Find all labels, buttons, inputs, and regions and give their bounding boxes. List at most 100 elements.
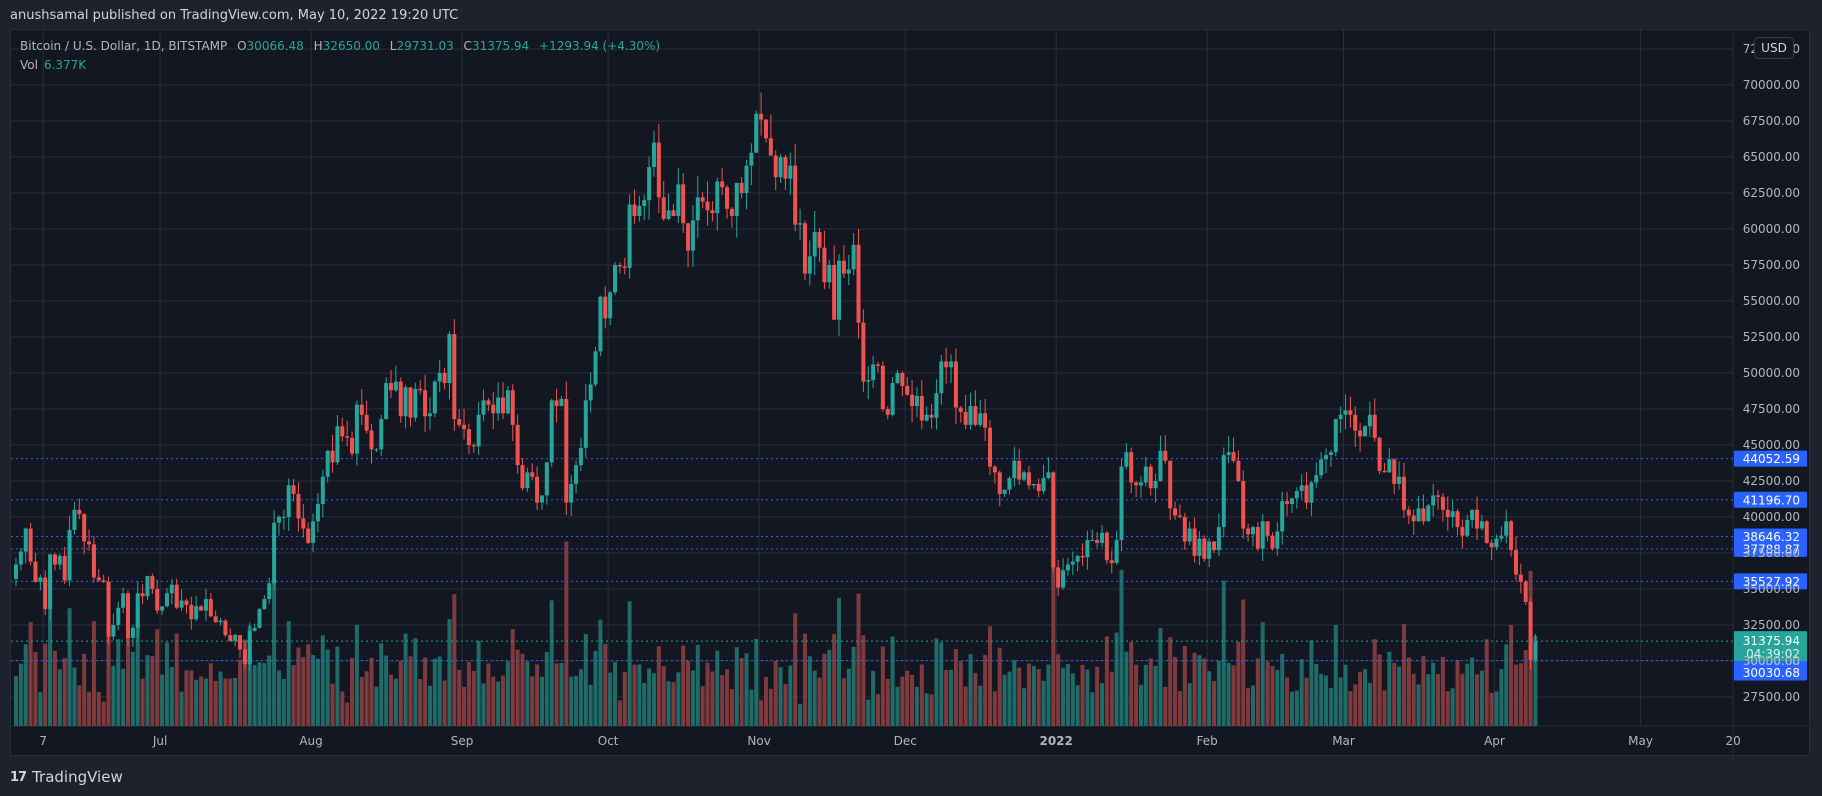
candle-body — [257, 609, 262, 628]
volume-bar — [1504, 644, 1509, 726]
candle-body — [408, 387, 413, 418]
candle-body — [1533, 641, 1538, 661]
candle-body — [466, 429, 471, 445]
volume-bar — [1070, 673, 1075, 726]
volume-bar — [1212, 681, 1217, 726]
volume-bar — [1061, 667, 1066, 726]
volume-bar — [1046, 664, 1051, 726]
volume-bar — [1421, 655, 1426, 726]
volume-bar — [150, 656, 155, 726]
volume-bar — [783, 684, 788, 726]
candle-body — [1513, 550, 1518, 575]
candle-body — [1285, 501, 1290, 505]
candle-body — [340, 426, 345, 437]
volume-bar — [1270, 666, 1275, 726]
candle-body — [208, 599, 213, 617]
candle-body — [749, 152, 754, 166]
volume-bar — [802, 633, 807, 726]
price-chart[interactable]: 44052.5941196.7038646.3237788.8735527.92… — [0, 0, 1822, 796]
volume-bar — [121, 668, 126, 726]
volume-bar — [1328, 688, 1333, 726]
volume-bar — [1494, 691, 1499, 726]
volume-bar — [710, 671, 715, 726]
volume-bar — [963, 686, 968, 726]
candle-body — [457, 419, 462, 425]
volume-bar — [1470, 657, 1475, 726]
candle-body — [1348, 410, 1353, 415]
candle-body — [1392, 459, 1397, 484]
candle-body — [116, 607, 121, 625]
volume-bar — [1095, 666, 1100, 726]
ohlc-legend: Bitcoin / U.S. Dollar, 1D, BITSTAMP O300… — [20, 39, 660, 53]
volume-bar — [837, 597, 842, 726]
volume-bar — [281, 678, 286, 726]
currency-button[interactable]: USD — [1754, 37, 1794, 59]
price-tick-label: 65000.00 — [1743, 150, 1800, 164]
volume-bar — [62, 658, 67, 726]
volume-bar — [1124, 651, 1129, 726]
candle-body — [851, 244, 856, 270]
candle-body — [681, 184, 686, 224]
volume-bar — [1207, 671, 1212, 726]
volume-bar — [184, 670, 189, 726]
candle-body — [944, 361, 949, 368]
candle-body — [788, 165, 793, 179]
volume-bar — [832, 633, 837, 726]
candle-body — [744, 165, 749, 193]
volume-bar — [1299, 659, 1304, 726]
volume-bar — [1138, 684, 1143, 726]
volume-bar — [1109, 671, 1114, 726]
volume-bar — [77, 685, 82, 726]
candle-body — [1212, 541, 1217, 551]
change-value: +1293.94 (+4.30%) — [539, 39, 661, 53]
volume-bar — [778, 667, 783, 726]
candle-body — [720, 181, 725, 188]
candle-body — [768, 138, 773, 156]
volume-bar — [1236, 641, 1241, 726]
candle-body — [218, 620, 223, 623]
candle-body — [1041, 478, 1046, 492]
candle-body — [48, 554, 53, 610]
candle-body — [1333, 419, 1338, 453]
volume-bar — [530, 676, 535, 726]
candle-body — [233, 635, 238, 641]
symbol-label[interactable]: Bitcoin / U.S. Dollar, 1D, BITSTAMP — [20, 39, 227, 53]
volume-bar — [1509, 624, 1514, 726]
open-value: 30066.48 — [246, 39, 304, 53]
volume-bar — [1148, 658, 1153, 726]
candle-body — [91, 544, 96, 578]
candle-body — [350, 437, 355, 454]
candle-body — [807, 256, 812, 274]
candle-body — [647, 167, 652, 201]
volume-bar — [875, 694, 880, 726]
candle-body — [1070, 561, 1075, 565]
candle-body — [617, 265, 622, 267]
volume-bar — [1416, 684, 1421, 726]
candle-body — [525, 472, 530, 489]
candle-body — [1460, 527, 1465, 536]
volume-bar — [539, 676, 544, 726]
candle-body — [651, 142, 656, 168]
volume-bar — [1163, 686, 1168, 726]
volume-bar — [666, 681, 671, 726]
candle-body — [754, 113, 759, 153]
candle-body — [505, 390, 510, 414]
volume-bar — [1455, 660, 1460, 726]
candle-body — [778, 157, 783, 178]
candle-body — [276, 517, 281, 523]
volume-bar — [520, 653, 525, 726]
candle-body — [1148, 466, 1153, 489]
volume-bar — [471, 670, 476, 726]
volume-bar — [1100, 683, 1105, 726]
price-level-label: 44052.59 — [1743, 452, 1800, 466]
candle-body — [1231, 452, 1236, 461]
volume-bar — [734, 647, 739, 726]
volume-bar — [228, 678, 233, 726]
candle-body — [14, 564, 18, 579]
volume-bar — [754, 638, 759, 726]
volume-bar — [608, 672, 613, 726]
volume-bar — [910, 675, 915, 726]
candle-body — [1479, 521, 1484, 529]
candle-body — [23, 528, 28, 552]
candle-body — [432, 381, 437, 414]
